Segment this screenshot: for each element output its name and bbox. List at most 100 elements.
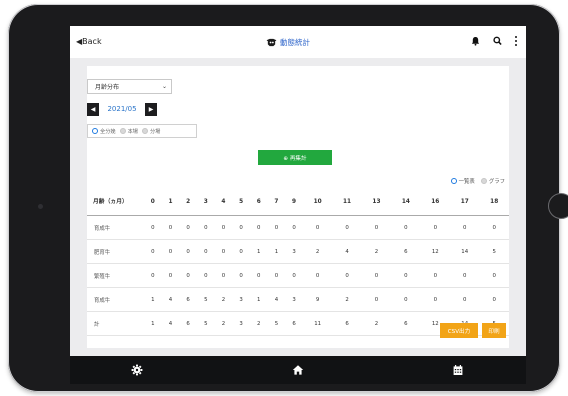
table-cell: 0 [232,215,250,240]
table-cell: 0 [232,239,250,264]
next-month-button[interactable]: ▶ [145,102,157,116]
table-cell: 1 [144,311,162,336]
table-cell: 0 [196,263,215,288]
table-cell: 9 [302,287,333,312]
table-cell: 0 [450,215,480,240]
stats-card: 月齢分布 ⌄ ◀ 2021/05 ▶ 全分娩 本場 分場 ⊕ 再集計 一覧表 グ… [87,66,509,348]
table-cell: 0 [144,263,162,288]
table-cell: 0 [450,263,480,288]
table-cell: 2 [361,311,392,336]
row-label: 育成牛 [87,287,144,312]
column-header: 18 [479,188,509,216]
csv-export-button[interactable]: CSV出力 [440,323,478,338]
table-header-row: 月齢（ヵ月） 0 1 2 3 4 5 6 7 9 10 11 13 14 16 17 18 [87,188,509,216]
radio-dot [119,128,126,134]
column-header: 16 [420,188,451,216]
table-row: 肥育牛 0 0 0 0 0 0 1 1 3 2 4 2 6 12 14 5 [87,239,509,264]
column-header: 0 [144,188,162,216]
column-header: 3 [196,188,215,216]
radio-label: 全分娩 [100,128,116,135]
table-cell: 0 [267,263,286,288]
table-cell: 4 [161,287,180,312]
action-buttons: CSV出力 印刷 [440,323,506,338]
toggle-label: グラフ [488,179,505,185]
column-header: 14 [391,188,421,216]
table-cell: 0 [179,215,197,240]
row-label: 計 [87,311,144,336]
back-button[interactable]: ◀Back [76,37,102,46]
row-label: 肥育牛 [87,239,144,264]
prev-month-button[interactable]: ◀ [87,102,99,116]
table-cell: 3 [232,287,250,312]
table-cell: 0 [332,263,362,288]
table-cell: 11 [302,311,333,336]
table-cell: 0 [161,239,180,264]
table-cell: 1 [249,239,268,264]
table-cell: 2 [332,287,362,312]
farm-filter: 全分娩 本場 分場 [87,124,197,138]
table-cell: 3 [285,287,303,312]
month-navigator: ◀ 2021/05 ▶ [87,102,157,116]
table-cell: 0 [249,263,268,288]
table-cell: 0 [196,215,215,240]
radio-branch[interactable]: 分場 [141,128,160,135]
recalculate-button[interactable]: ⊕ 再集計 [258,150,332,165]
current-month: 2021/05 [107,105,137,113]
table-cell: 0 [285,263,303,288]
table-cell: 0 [391,287,421,312]
column-header: 10 [302,188,333,216]
radio-main[interactable]: 本場 [119,128,138,135]
table-cell: 0 [144,215,162,240]
table-cell: 3 [285,239,303,264]
search-icon[interactable] [493,36,502,46]
table-cell: 4 [267,287,286,312]
tablet-frame: ◀Back 動態統計 月齢分布 ⌄ ◀ 2021/05 ▶ 全分娩 本場 分場 … [8,4,568,392]
radio-dot [480,178,487,184]
kebab-menu-icon[interactable] [515,36,518,46]
table-cell: 0 [361,287,392,312]
table-cell: 0 [361,263,392,288]
bell-icon[interactable] [471,36,480,46]
table-cell: 6 [179,311,197,336]
table-row: 繁殖牛 0 0 0 0 0 0 0 0 0 0 0 0 0 0 0 0 [87,263,509,288]
calendar-icon[interactable] [452,364,464,376]
table-cell: 0 [161,263,180,288]
home-icon[interactable] [292,364,304,376]
table-cell: 0 [285,215,303,240]
table-cell: 0 [214,263,233,288]
chevron-down-icon: ⌄ [161,83,167,90]
table-cell: 0 [232,263,250,288]
header-label: 月齢（ヵ月） [87,188,144,216]
column-header: 9 [285,188,303,216]
row-label: 繁殖牛 [87,263,144,288]
table-cell: 6 [332,311,362,336]
toggle-list[interactable]: 一覧表 [450,177,475,185]
table-cell: 1 [249,287,268,312]
app-screen: ◀Back 動態統計 月齢分布 ⌄ ◀ 2021/05 ▶ 全分娩 本場 分場 … [70,26,526,384]
table-cell: 0 [196,239,215,264]
bottom-nav [70,356,526,384]
home-hardware-button[interactable] [548,193,568,219]
table-cell: 0 [302,263,333,288]
period-select[interactable]: 月齢分布 ⌄ [87,79,172,94]
table-cell: 0 [420,287,451,312]
table-cell: 2 [249,311,268,336]
radio-all[interactable]: 全分娩 [92,128,116,135]
table-cell: 5 [196,311,215,336]
table-cell: 0 [267,215,286,240]
brand: 動態統計 [266,35,310,49]
camera [38,204,43,209]
table-cell: 0 [391,215,421,240]
column-header: 2 [179,188,197,216]
table-cell: 0 [361,215,392,240]
table-cell: 0 [450,287,480,312]
column-header: 13 [361,188,392,216]
row-label: 育成牛 [87,215,144,240]
table-cell: 5 [479,239,509,264]
radio-dot [92,128,98,134]
table-cell: 0 [302,215,333,240]
print-button[interactable]: 印刷 [482,323,506,338]
gear-icon[interactable] [131,364,143,376]
toggle-graph[interactable]: グラフ [480,177,505,185]
column-header: 11 [332,188,362,216]
